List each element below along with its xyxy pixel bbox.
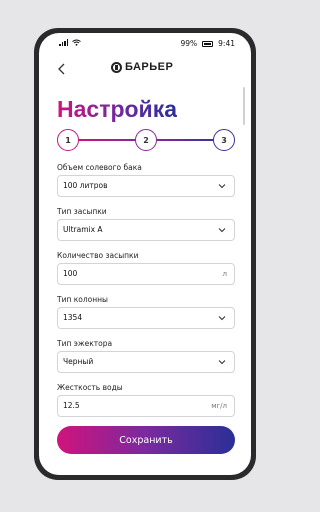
field-label: Объем солевого бака xyxy=(57,163,142,172)
chevron-down-icon xyxy=(218,360,226,365)
water-hardness-input[interactable]: 12.5 мг/л xyxy=(57,395,235,417)
field-ejector-type: Тип эжектора Черный xyxy=(57,339,235,373)
scrollbar[interactable] xyxy=(242,87,245,125)
field-tank-volume: Объем солевого бака 100 литров xyxy=(57,163,235,197)
status-left xyxy=(59,39,81,46)
select-value: Ultramix A xyxy=(63,225,103,234)
chevron-down-icon xyxy=(218,184,226,189)
step-3[interactable]: 3 xyxy=(213,129,235,151)
field-label: Тип колонны xyxy=(57,295,108,304)
field-fill-amount: Количество засыпки 100 л xyxy=(57,251,235,285)
save-button[interactable]: Сохранить xyxy=(57,426,235,454)
brand-logo: БАРЬЕР xyxy=(111,61,173,73)
tank-volume-select[interactable]: 100 литров xyxy=(57,175,235,197)
logo-mark-icon xyxy=(111,61,122,73)
ejector-type-select[interactable]: Черный xyxy=(57,351,235,373)
field-label: Тип засыпки xyxy=(57,207,107,216)
page-title: Настройка xyxy=(57,96,177,122)
fill-type-select[interactable]: Ultramix A xyxy=(57,219,235,241)
wifi-icon xyxy=(72,39,81,46)
battery-icon xyxy=(202,40,214,47)
input-value: 100 xyxy=(63,269,78,278)
app-screen: 99% 9:41 БАРЬЕР Настройка 1 2 3 Объем со… xyxy=(39,33,251,475)
logo-text: БАРЬЕР xyxy=(125,61,174,73)
fill-amount-input[interactable]: 100 л xyxy=(57,263,235,285)
select-value: 100 литров xyxy=(63,181,108,190)
column-type-select[interactable]: 1354 xyxy=(57,307,235,329)
step-connector-1-2 xyxy=(79,139,135,141)
field-fill-type: Тип засыпки Ultramix A xyxy=(57,207,235,241)
field-label: Тип эжектора xyxy=(57,339,113,348)
stepper: 1 2 3 xyxy=(57,129,235,151)
cellular-signal-icon xyxy=(59,39,68,46)
battery-percent: 99% xyxy=(180,39,198,48)
status-right: 99% 9:41 xyxy=(180,39,235,48)
select-value: Черный xyxy=(63,357,94,366)
field-label: Жесткость воды xyxy=(57,383,123,392)
step-connector-2-3 xyxy=(157,139,213,141)
unit-label: мг/л xyxy=(211,402,227,410)
chevron-down-icon xyxy=(218,316,226,321)
field-label: Количество засыпки xyxy=(57,251,139,260)
status-bar: 99% 9:41 xyxy=(39,33,251,53)
field-column-type: Тип колонны 1354 xyxy=(57,295,235,329)
select-value: 1354 xyxy=(63,313,83,322)
input-value: 12.5 xyxy=(63,401,80,410)
chevron-left-icon[interactable] xyxy=(55,61,69,77)
step-2[interactable]: 2 xyxy=(135,129,157,151)
unit-label: л xyxy=(222,270,227,278)
chevron-down-icon xyxy=(218,228,226,233)
step-1[interactable]: 1 xyxy=(57,129,79,151)
clock: 9:41 xyxy=(218,39,235,48)
field-water-hardness: Жесткость воды 12.5 мг/л xyxy=(57,383,235,417)
top-bar: БАРЬЕР xyxy=(39,57,251,81)
